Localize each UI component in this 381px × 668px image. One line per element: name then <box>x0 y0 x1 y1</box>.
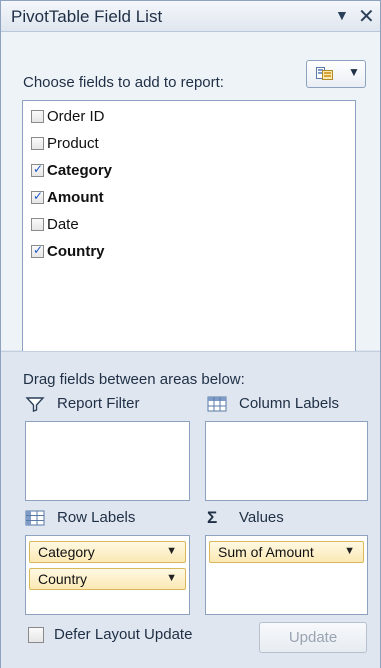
defer-label: Defer Layout Update <box>54 626 193 643</box>
update-button[interactable]: Update <box>259 622 367 653</box>
values-area[interactable]: Sum of Amount ▼ <box>205 535 368 615</box>
chevron-down-icon: ▼ <box>348 65 360 79</box>
row-field-chip-country[interactable]: Country ▼ <box>29 568 186 590</box>
pane-title: PivotTable Field List <box>11 7 163 26</box>
chip-label: Category <box>38 544 95 560</box>
values-label: Σ Values <box>207 507 284 527</box>
field-checkbox[interactable] <box>31 136 44 150</box>
field-item-product[interactable]: Product <box>31 132 99 154</box>
field-label: Order ID <box>47 107 105 125</box>
column-labels-label: Column Labels <box>207 395 339 412</box>
field-section: Choose fields to add to report: ▼ Order … <box>1 32 380 368</box>
field-label: Amount <box>47 188 104 206</box>
pivot-field-list-pane: PivotTable Field List ▼ ✕ Choose fields … <box>0 0 381 668</box>
field-list-layout-button[interactable]: ▼ <box>306 60 366 88</box>
chip-label: Country <box>38 571 88 587</box>
field-checkbox-checked[interactable]: ✓ <box>31 188 44 204</box>
column-labels-text: Column Labels <box>239 395 340 412</box>
column-labels-icon <box>207 396 227 411</box>
field-item-country[interactable]: ✓ Country <box>31 240 105 262</box>
field-checkbox-checked[interactable]: ✓ <box>31 161 44 177</box>
field-item-category[interactable]: ✓ Category <box>31 159 112 181</box>
value-field-chip-sum-of-amount[interactable]: Sum of Amount ▼ <box>209 541 364 563</box>
row-labels-label: Row Labels <box>25 509 135 526</box>
drag-fields-hint: Drag fields between areas below: <box>23 371 245 388</box>
defer-layout-update[interactable]: Defer Layout Update <box>28 626 192 643</box>
checkmark-icon: ✓ <box>33 188 44 203</box>
report-filter-area[interactable] <box>25 421 190 501</box>
checkmark-icon: ✓ <box>33 242 44 257</box>
chevron-down-icon[interactable]: ▼ <box>166 545 177 557</box>
row-labels-text: Row Labels <box>57 509 136 526</box>
title-bar: PivotTable Field List ▼ ✕ <box>1 1 380 32</box>
chevron-down-icon[interactable]: ▼ <box>166 572 177 584</box>
field-item-date[interactable]: Date <box>31 213 79 235</box>
field-label: Country <box>47 242 105 260</box>
field-item-order-id[interactable]: Order ID <box>31 105 105 127</box>
row-labels-area[interactable]: Category ▼ Country ▼ <box>25 535 190 615</box>
row-labels-icon <box>25 510 45 525</box>
defer-checkbox[interactable] <box>28 626 44 643</box>
checkmark-icon: ✓ <box>33 161 44 176</box>
chip-label: Sum of Amount <box>218 544 314 560</box>
close-button[interactable]: ✕ <box>358 4 375 29</box>
field-label: Date <box>47 215 79 233</box>
field-label: Category <box>47 161 113 179</box>
values-text: Values <box>239 509 284 526</box>
field-checkbox[interactable] <box>31 217 44 231</box>
choose-fields-label: Choose fields to add to report: <box>23 74 224 91</box>
row-field-chip-category[interactable]: Category ▼ <box>29 541 186 563</box>
report-filter-text: Report Filter <box>57 395 140 412</box>
column-labels-area[interactable] <box>205 421 368 501</box>
field-list-layout-icon <box>316 67 333 80</box>
chevron-down-icon[interactable]: ▼ <box>344 545 355 557</box>
field-checkbox[interactable] <box>31 109 44 123</box>
task-pane-options-button[interactable]: ▼ <box>335 7 349 23</box>
sigma-icon: Σ <box>207 507 218 527</box>
report-filter-label: Report Filter <box>25 395 140 412</box>
field-label: Product <box>47 134 99 152</box>
filter-icon <box>25 396 45 412</box>
field-item-amount[interactable]: ✓ Amount <box>31 186 104 208</box>
field-list[interactable]: Order ID Product ✓ Category ✓ Amount Dat… <box>22 100 356 368</box>
field-checkbox-checked[interactable]: ✓ <box>31 242 44 258</box>
